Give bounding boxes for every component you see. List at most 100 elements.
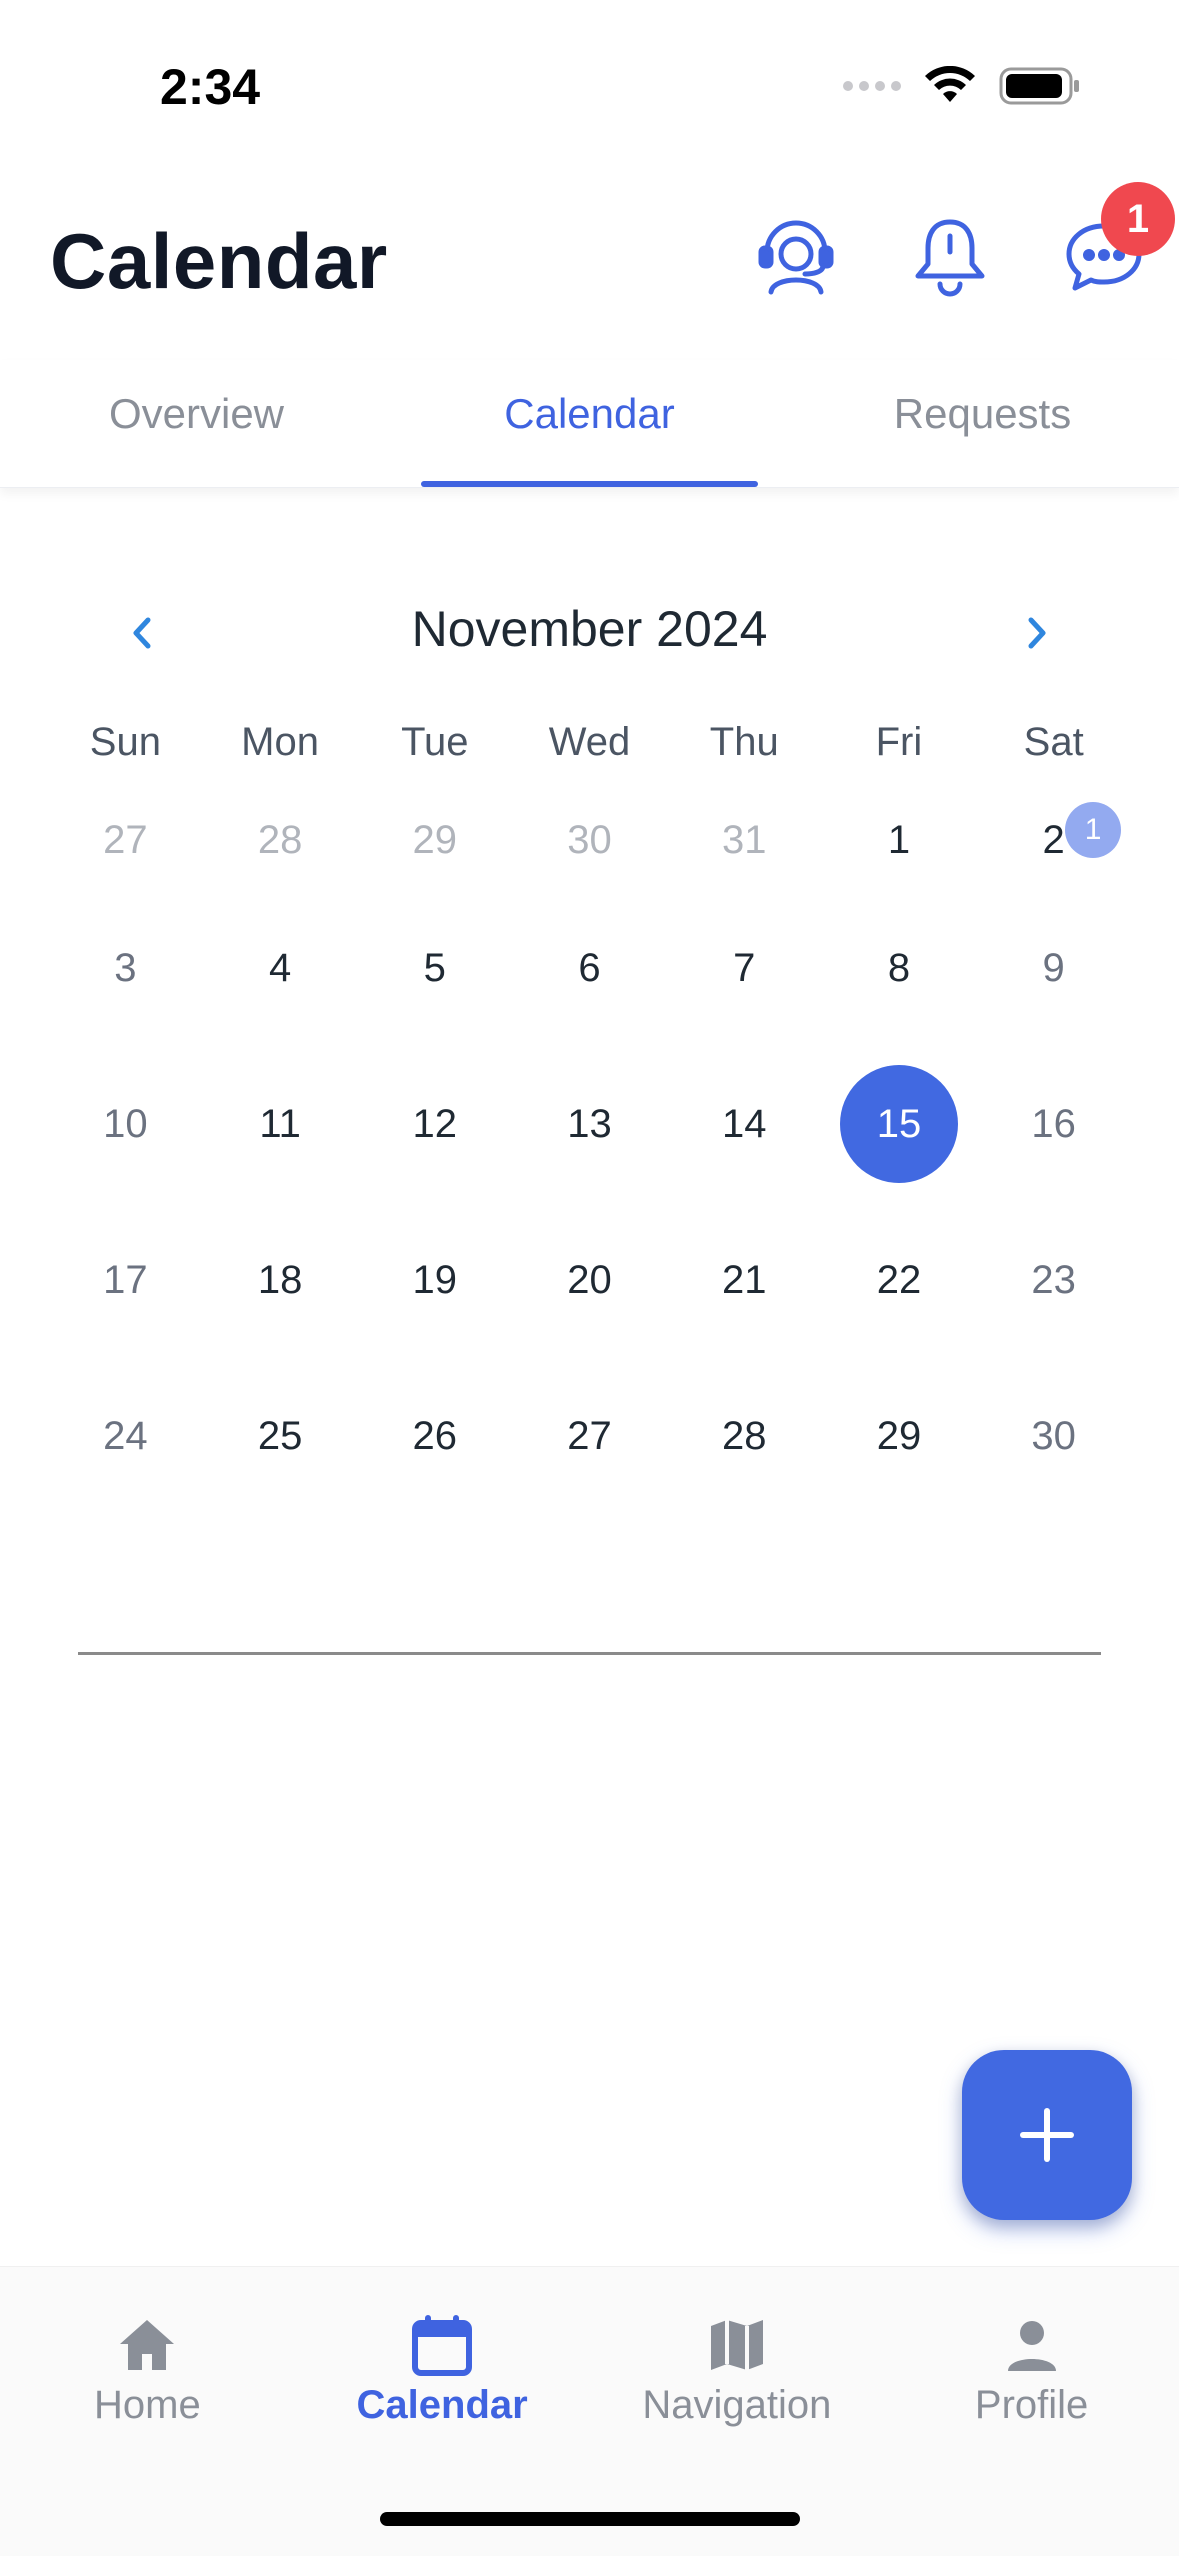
calendar-day[interactable]: 19 [357, 1202, 512, 1358]
month-title: November 2024 [411, 601, 768, 657]
calendar-day[interactable]: 29 [822, 1358, 977, 1514]
day-number: 5 [423, 945, 446, 990]
day-number: 10 [103, 1101, 148, 1146]
person-icon [1007, 2321, 1056, 2371]
weekday-label: Mon [241, 720, 319, 764]
calendar-day[interactable]: 13 [512, 1046, 667, 1202]
calendar-day[interactable]: 1 [822, 790, 977, 890]
tab-requests[interactable]: Requests [786, 360, 1179, 487]
nav-calendar[interactable]: Calendar [295, 2313, 590, 2457]
status-icons [843, 66, 1081, 106]
calendar-day[interactable]: 11 [203, 1046, 358, 1202]
calendar-day[interactable]: 28 [667, 1358, 822, 1514]
calendar-day[interactable]: 28 [203, 790, 358, 890]
weekday-label: Fri [875, 720, 923, 764]
day-number: 19 [412, 1257, 458, 1302]
calendar-day[interactable]: 10 [48, 1046, 203, 1202]
calendar-day[interactable]: 9 [976, 890, 1131, 1046]
nav-navigation[interactable]: Navigation [590, 2313, 885, 2457]
screen: 2:34 Calendar 1 Overview Calendar Reques… [0, 0, 1179, 2556]
calendar-day-selected[interactable]: 15 [822, 1046, 977, 1202]
day-number: 18 [257, 1257, 303, 1302]
calendar-day[interactable]: 17 [48, 1202, 203, 1358]
calendar-day[interactable]: 29 [357, 790, 512, 890]
day-number: 28 [721, 1413, 767, 1458]
day-number: 20 [567, 1257, 612, 1302]
day-number: 15 [839, 1065, 958, 1183]
day-number: 21 [721, 1257, 767, 1302]
calendar-day[interactable]: 30 [976, 1358, 1131, 1514]
status-time: 2:34 [160, 59, 261, 115]
messages-button[interactable]: 1 [1059, 182, 1175, 300]
wifi-icon [925, 66, 975, 102]
day-number: 29 [412, 817, 458, 862]
event-count-badge: 1 [1065, 802, 1122, 858]
day-number: 12 [412, 1101, 458, 1146]
tab-bar: Overview Calendar Requests [0, 360, 1179, 488]
calendar-day[interactable]: 5 [357, 890, 512, 1046]
day-number: 14 [721, 1101, 767, 1146]
day-number: 24 [103, 1413, 148, 1458]
header-actions: 1 [751, 182, 1175, 300]
calendar-day[interactable]: 30 [512, 790, 667, 890]
weekday-label: Sun [89, 720, 161, 764]
day-number: 8 [887, 945, 911, 990]
calendar-day[interactable]: 26 [357, 1358, 512, 1514]
nav-label: Calendar [356, 2383, 528, 2427]
calendar-day[interactable]: 18 [203, 1202, 358, 1358]
add-event-button[interactable] [962, 2050, 1132, 2220]
calendar-day[interactable]: 31 [667, 790, 822, 890]
day-number: 6 [578, 945, 601, 990]
support-agent-icon [758, 220, 834, 295]
day-number: 22 [876, 1257, 922, 1302]
day-number: 27 [103, 817, 148, 862]
tab-overview[interactable]: Overview [0, 360, 393, 487]
day-number: 27 [567, 1413, 612, 1458]
month-header: November 2024 [0, 600, 1179, 670]
notifications-button[interactable] [905, 210, 995, 300]
day-number: 28 [257, 817, 303, 862]
calendar-day[interactable]: 3 [48, 890, 203, 1046]
week-row: 17 18 19 20 21 22 23 [48, 1202, 1131, 1358]
calendar-day[interactable]: 4 [203, 890, 358, 1046]
calendar-day[interactable]: 22 [822, 1202, 977, 1358]
calendar-divider [78, 1652, 1101, 1655]
calendar-day[interactable]: 8 [822, 890, 977, 1046]
calendar-day[interactable]: 14 [667, 1046, 822, 1202]
calendar-day[interactable]: 27 [48, 790, 203, 890]
bottom-navigation: Home Calendar Navigation Profile [0, 2266, 1179, 2556]
chat-badge: 1 [1101, 182, 1175, 256]
calendar-day[interactable]: 16 [976, 1046, 1131, 1202]
support-button[interactable] [751, 210, 841, 300]
calendar-day[interactable]: 23 [976, 1202, 1131, 1358]
calendar-day[interactable]: 27 [512, 1358, 667, 1514]
chevron-right-icon[interactable] [1011, 608, 1061, 658]
day-number: 11 [259, 1101, 301, 1146]
calendar-day[interactable]: 24 [48, 1358, 203, 1514]
home-indicator [380, 2512, 800, 2526]
day-number: 29 [876, 1413, 922, 1458]
calendar-day[interactable]: 21 [667, 1202, 822, 1358]
home-icon [120, 2320, 175, 2370]
page-title: Calendar [50, 217, 388, 305]
calendar-day[interactable]: 6 [512, 890, 667, 1046]
calendar-day[interactable]: 2 1 [976, 790, 1131, 890]
week-row: 10 11 12 13 14 15 16 [48, 1046, 1131, 1202]
plus-icon [1020, 2108, 1074, 2162]
calendar-day[interactable]: 12 [357, 1046, 512, 1202]
tab-calendar[interactable]: Calendar [393, 360, 786, 487]
nav-profile[interactable]: Profile [884, 2313, 1179, 2457]
weekday-label: Thu [709, 720, 779, 764]
week-row: 3 4 5 6 7 8 9 [48, 890, 1131, 1046]
calendar-day[interactable]: 20 [512, 1202, 667, 1358]
nav-label: Profile [974, 2383, 1089, 2427]
weekday-row: Sun Mon Tue Wed Thu Fri Sat [48, 720, 1131, 790]
calendar-day[interactable]: 25 [203, 1358, 358, 1514]
battery-icon [999, 67, 1079, 105]
calendar-day[interactable]: 7 [667, 890, 822, 1046]
map-icon [710, 2320, 763, 2370]
week-row: 27 28 29 30 31 1 2 1 [48, 790, 1131, 890]
nav-home[interactable]: Home [0, 2313, 295, 2457]
weekday-label: Wed [548, 720, 631, 764]
day-number: 13 [567, 1101, 612, 1146]
